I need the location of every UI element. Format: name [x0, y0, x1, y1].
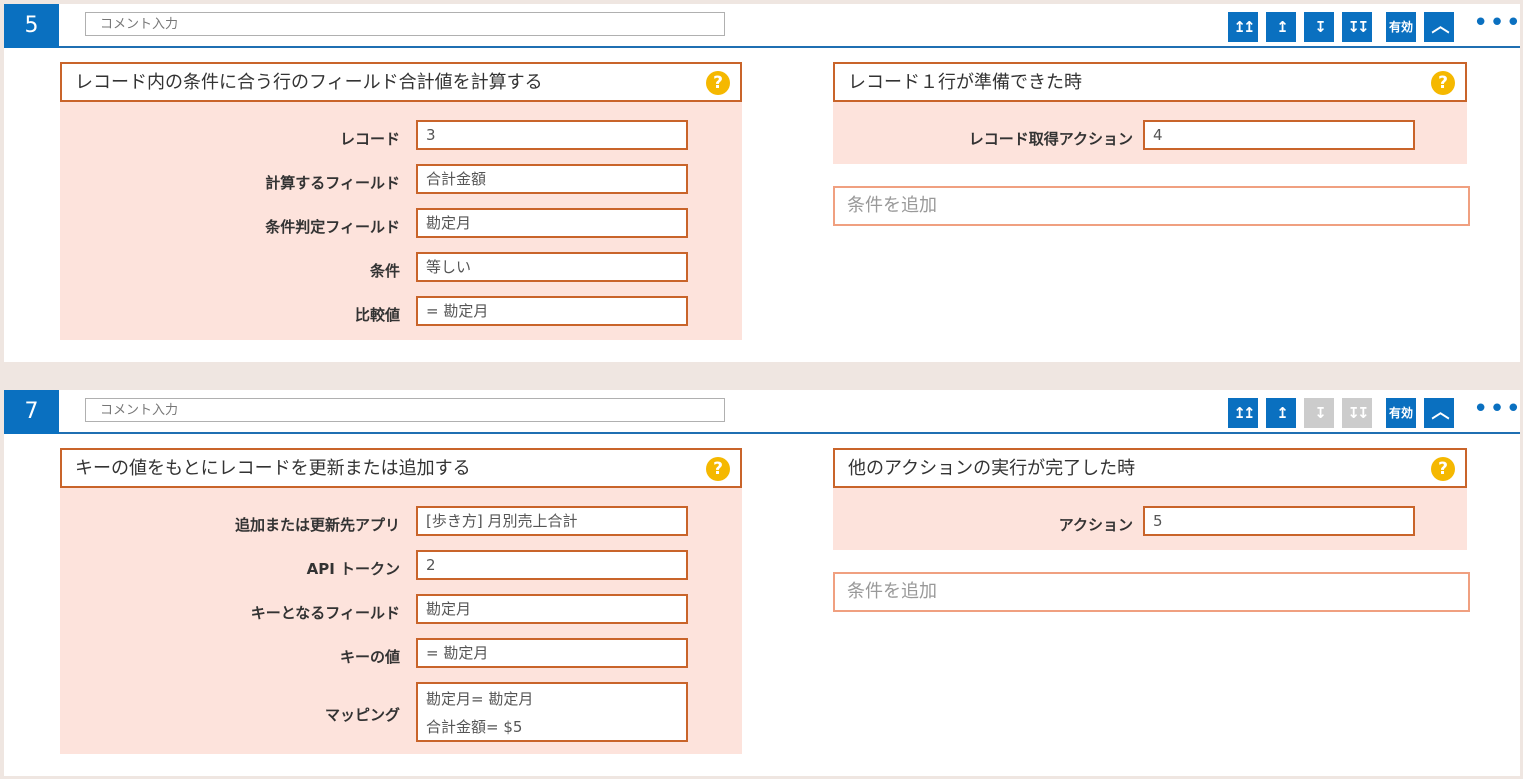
field-label: 条件	[369, 262, 400, 280]
trigger-panel: レコード１行が準備できた時 ? レコード取得アクション 4	[833, 62, 1467, 164]
mapping-line: 合計金額= $5	[426, 718, 523, 736]
field-input[interactable]: [歩き方] 月別売上合計	[416, 506, 688, 536]
field-input[interactable]: 5	[1143, 506, 1415, 536]
field-label: 比較値	[354, 306, 400, 324]
step-number: 7	[4, 390, 59, 434]
action-title-text: レコード内の条件に合う行のフィールド合計値を計算する	[75, 72, 543, 93]
field-label: レコード取得アクション	[968, 130, 1133, 148]
help-icon[interactable]: ?	[1431, 457, 1455, 481]
field-label: 計算するフィールド	[265, 174, 400, 192]
field-input[interactable]: 等しい	[416, 252, 688, 282]
trigger-title: レコード１行が準備できた時 ?	[833, 62, 1467, 102]
action-title: レコード内の条件に合う行のフィールド合計値を計算する ?	[60, 62, 742, 102]
more-options-icon[interactable]: •••	[1473, 10, 1521, 42]
move-down-button[interactable]: ↧	[1304, 12, 1334, 42]
step-card: 7 ↥↥ ↥ ↧ ↧↧ 有効 ︿ ••• キーの値をもとにレコードを更新または追…	[4, 390, 1521, 776]
field-label: レコード	[339, 130, 400, 148]
collapse-icon[interactable]: ︿	[1424, 398, 1454, 428]
collapse-icon[interactable]: ︿	[1424, 12, 1454, 42]
field-label: キーとなるフィールド	[250, 604, 400, 622]
trigger-title-text: 他のアクションの実行が完了した時	[848, 458, 1136, 479]
field-label: キーの値	[339, 648, 400, 666]
field-input[interactable]: = 勘定月	[416, 296, 688, 326]
mapping-textarea[interactable]: 勘定月= 勘定月 合計金額= $5	[416, 682, 688, 742]
field-input[interactable]: 勘定月	[416, 594, 688, 624]
help-icon[interactable]: ?	[706, 457, 730, 481]
field-input[interactable]: = 勘定月	[416, 638, 688, 668]
field-label: マッピング	[324, 706, 400, 724]
step-card: 5 ↥↥ ↥ ↧ ↧↧ 有効 ︿ ••• レコード内の条件に合う行のフィールド合…	[4, 4, 1521, 362]
step-header: 5 ↥↥ ↥ ↧ ↧↧ 有効 ︿ •••	[4, 4, 1521, 48]
move-up-button[interactable]: ↥	[1266, 398, 1296, 428]
action-title-text: キーの値をもとにレコードを更新または追加する	[75, 458, 471, 479]
move-down-button: ↧	[1304, 398, 1334, 428]
move-bottom-button: ↧↧	[1342, 398, 1372, 428]
field-label: 追加または更新先アプリ	[234, 516, 400, 534]
comment-input[interactable]	[85, 398, 725, 422]
comment-input[interactable]	[85, 12, 725, 36]
field-input[interactable]: 合計金額	[416, 164, 688, 194]
move-bottom-button[interactable]: ↧↧	[1342, 12, 1372, 42]
field-input[interactable]: 3	[416, 120, 688, 150]
trigger-title-text: レコード１行が準備できた時	[848, 72, 1082, 93]
action-panel: キーの値をもとにレコードを更新または追加する ? 追加または更新先アプリ [歩き…	[60, 448, 742, 754]
move-top-button[interactable]: ↥↥	[1228, 12, 1258, 42]
mapping-line: 勘定月= 勘定月	[426, 690, 534, 708]
add-condition-button[interactable]: 条件を追加	[833, 186, 1470, 226]
field-label: API トークン	[306, 560, 400, 578]
trigger-panel: 他のアクションの実行が完了した時 ? アクション 5	[833, 448, 1467, 550]
field-label: アクション	[1058, 516, 1133, 534]
add-condition-button[interactable]: 条件を追加	[833, 572, 1470, 612]
field-input[interactable]: 勘定月	[416, 208, 688, 238]
enabled-toggle[interactable]: 有効	[1386, 12, 1416, 42]
help-icon[interactable]: ?	[1431, 71, 1455, 95]
move-top-button[interactable]: ↥↥	[1228, 398, 1258, 428]
move-up-button[interactable]: ↥	[1266, 12, 1296, 42]
more-options-icon[interactable]: •••	[1473, 396, 1521, 428]
field-label: 条件判定フィールド	[265, 218, 400, 236]
help-icon[interactable]: ?	[706, 71, 730, 95]
step-header: 7 ↥↥ ↥ ↧ ↧↧ 有効 ︿ •••	[4, 390, 1521, 434]
field-input[interactable]: 2	[416, 550, 688, 580]
enabled-toggle[interactable]: 有効	[1386, 398, 1416, 428]
action-panel: レコード内の条件に合う行のフィールド合計値を計算する ? レコード 3 計算する…	[60, 62, 742, 340]
step-number: 5	[4, 4, 59, 48]
trigger-title: 他のアクションの実行が完了した時 ?	[833, 448, 1467, 488]
action-title: キーの値をもとにレコードを更新または追加する ?	[60, 448, 742, 488]
field-input[interactable]: 4	[1143, 120, 1415, 150]
